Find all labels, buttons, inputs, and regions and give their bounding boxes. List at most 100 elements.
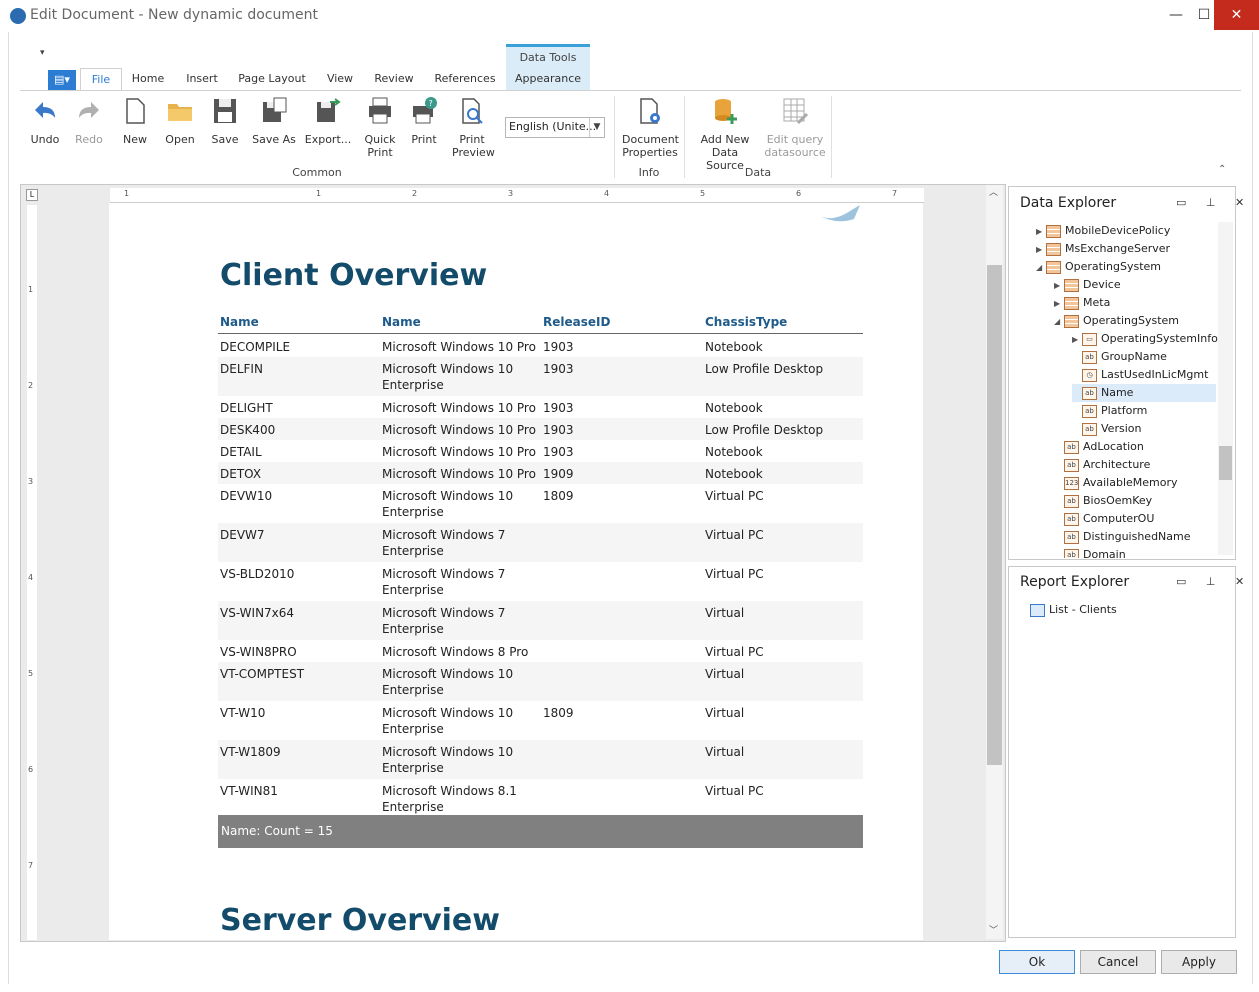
- table-cell: Microsoft Windows 10 Enterprise: [382, 362, 514, 392]
- ruler-number: 6: [28, 765, 34, 774]
- save-button[interactable]: Save: [208, 96, 242, 146]
- table-cell: Microsoft Windows 7 Enterprise: [382, 606, 506, 636]
- tree-item-label: Device: [1083, 278, 1121, 291]
- cancel-button[interactable]: Cancel: [1080, 950, 1156, 974]
- table-row: VS-WIN7x64 Microsoft Windows 7 Enterprise…: [218, 601, 863, 640]
- expand-arrow-icon[interactable]: ◢: [1036, 259, 1046, 277]
- tab-home[interactable]: Home: [128, 68, 168, 90]
- report-item-list-clients[interactable]: List - Clients: [1030, 601, 1117, 619]
- new-button[interactable]: New: [118, 96, 152, 146]
- tab-review[interactable]: Review: [370, 68, 418, 90]
- tree-item-label: Version: [1101, 422, 1142, 435]
- expand-arrow-icon[interactable]: ▶: [1036, 223, 1046, 241]
- tab-insert[interactable]: Insert: [180, 68, 224, 90]
- scroll-down-icon[interactable]: ﹀: [989, 923, 998, 936]
- tree-item[interactable]: 123 AvailableMemory: [1054, 474, 1216, 492]
- record-count: Name: Count = 15: [221, 824, 333, 838]
- redo-button[interactable]: Redo: [72, 96, 106, 146]
- tree-item[interactable]: ab Architecture: [1054, 456, 1216, 474]
- tree-item[interactable]: ab DistinguishedName: [1054, 528, 1216, 546]
- app-logo-icon: [10, 8, 26, 24]
- tree-item[interactable]: ab Version: [1072, 420, 1216, 438]
- table-row: DEVW10 Microsoft Windows 10 Enterprise 180…: [218, 484, 863, 523]
- close-window-button[interactable]: ✕: [1214, 0, 1259, 30]
- tree-item[interactable]: ▶ MsExchangeServer: [1036, 240, 1216, 258]
- table-cell: 1809: [543, 489, 574, 503]
- tree-item[interactable]: ◢ OperatingSystem: [1054, 312, 1216, 330]
- vertical-ruler[interactable]: 1 2 3 4 5 6 7: [27, 205, 37, 940]
- document-properties-label-1: Document: [622, 133, 679, 146]
- export-button[interactable]: Export...: [304, 96, 352, 146]
- tree-item[interactable]: ab GroupName: [1072, 348, 1216, 366]
- table-row: VT-W10 Microsoft Windows 10 Enterprise 180…: [218, 701, 863, 740]
- save-as-label: Save As: [252, 133, 296, 146]
- tree-item[interactable]: ab Domain: [1054, 546, 1216, 558]
- tree-item[interactable]: ◢ OperatingSystem: [1036, 258, 1216, 276]
- tab-references[interactable]: References: [430, 68, 500, 90]
- expand-arrow-icon[interactable]: ▶: [1054, 277, 1064, 295]
- tree-item[interactable]: ab Platform: [1072, 402, 1216, 420]
- scrollbar-thumb[interactable]: [987, 265, 1002, 765]
- open-button[interactable]: Open: [162, 96, 198, 146]
- print-preview-button[interactable]: Print Preview: [452, 96, 495, 159]
- quick-access-dropdown[interactable]: ▾: [40, 48, 45, 58]
- table-cell: VS-WIN7x64: [220, 606, 295, 620]
- tab-stop-selector[interactable]: L: [26, 189, 38, 201]
- tree-item[interactable]: ab Name: [1072, 384, 1216, 402]
- horizontal-ruler[interactable]: 1 1 2 3 4 5 6 7: [110, 188, 924, 203]
- report-explorer-controls[interactable]: ▭ ⊥ ✕: [1176, 575, 1252, 588]
- ab-field-icon: ab: [1064, 440, 1079, 454]
- add-data-source-label-1: Add New: [700, 133, 750, 146]
- ruler-number: 2: [28, 381, 34, 390]
- expand-arrow-icon[interactable]: ◢: [1054, 313, 1064, 331]
- data-explorer-controls[interactable]: ▭ ⊥ ✕: [1176, 196, 1252, 209]
- ok-button[interactable]: Ok: [999, 950, 1075, 974]
- tree-scrollbar[interactable]: [1218, 222, 1233, 555]
- table-cell: DESK400: [220, 423, 276, 437]
- tree-item[interactable]: ▶ Device: [1054, 276, 1216, 294]
- expand-arrow-icon[interactable]: ▶: [1054, 295, 1064, 313]
- tree-item[interactable]: ab AdLocation: [1054, 438, 1216, 456]
- tree-item[interactable]: ▶ Meta: [1054, 294, 1216, 312]
- table-field-icon: [1064, 278, 1079, 292]
- print-button[interactable]: ? Print: [406, 96, 442, 146]
- column-header: ChassisType: [705, 315, 788, 329]
- quick-print-button[interactable]: Quick Print: [362, 96, 398, 159]
- tree-item[interactable]: ◷ LastUsedInLicMgmt: [1072, 366, 1216, 384]
- table-cell: 1903: [543, 445, 574, 459]
- expand-arrow-icon[interactable]: ▶: [1072, 331, 1082, 349]
- tab-file[interactable]: File: [80, 68, 122, 91]
- add-data-source-button[interactable]: Add New Data Source: [692, 96, 758, 172]
- table-cell: VT-W10: [220, 706, 266, 720]
- tree-item[interactable]: ▶ ▭ OperatingSystemInfo: [1072, 330, 1218, 349]
- tree-item[interactable]: ▶ MobileDevicePolicy: [1036, 222, 1216, 240]
- language-select[interactable]: English (Unite... ▼: [505, 117, 605, 138]
- document-properties-button[interactable]: Document Properties: [622, 96, 679, 159]
- table-cell: Virtual PC: [705, 645, 764, 659]
- tab-appearance[interactable]: Appearance: [506, 68, 590, 90]
- tree-scrollbar-thumb[interactable]: [1219, 446, 1232, 480]
- tree-item[interactable]: ab BiosOemKey: [1054, 492, 1216, 510]
- tab-view[interactable]: View: [322, 68, 358, 90]
- table-cell: Microsoft Windows 8.1 Enterprise: [382, 784, 517, 814]
- scroll-up-icon[interactable]: ︿: [989, 185, 998, 198]
- table-cell: DETOX: [220, 467, 262, 481]
- tab-page-layout[interactable]: Page Layout: [236, 68, 308, 90]
- expand-arrow-icon[interactable]: ▶: [1036, 241, 1046, 259]
- table-cell: Virtual: [705, 745, 745, 759]
- quick-print-icon: [369, 97, 391, 124]
- collapse-ribbon-button[interactable]: ⌃: [1218, 164, 1226, 175]
- undo-button[interactable]: Undo: [28, 96, 62, 146]
- document-scrollbar[interactable]: ︿ ﹀: [986, 185, 1003, 939]
- object-field-icon: ▭: [1082, 332, 1097, 346]
- app-menu-button[interactable]: ▤▾: [48, 70, 76, 90]
- document-properties-label-2: Properties: [622, 146, 678, 159]
- table-cell: Microsoft Windows 10 Enterprise: [382, 667, 514, 697]
- ab-field-icon: ab: [1064, 548, 1079, 558]
- tree-item[interactable]: ab ComputerOU: [1054, 510, 1216, 528]
- apply-button[interactable]: Apply: [1161, 950, 1237, 974]
- chevron-down-icon[interactable]: ▼: [589, 118, 604, 137]
- tree-item-label: MsExchangeServer: [1065, 242, 1171, 255]
- edit-query-datasource-button[interactable]: Edit query datasource: [764, 96, 826, 159]
- save-as-button[interactable]: Save As: [252, 96, 296, 146]
